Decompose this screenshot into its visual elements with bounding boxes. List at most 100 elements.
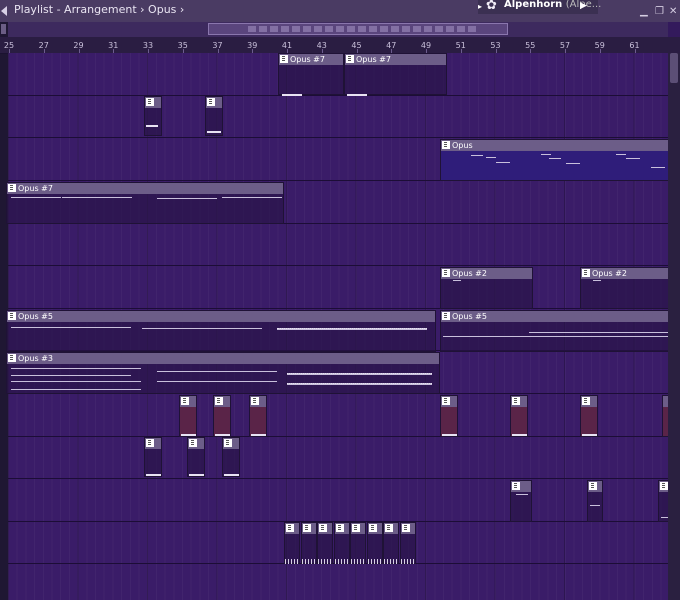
pattern-icon: [224, 439, 232, 447]
pattern-icon: [352, 524, 360, 532]
pattern-icon: [335, 524, 344, 532]
drum-pattern-clip[interactable]: [383, 522, 399, 564]
pattern-icon: [346, 55, 354, 63]
pattern-clip[interactable]: Opus #2: [580, 267, 669, 309]
pattern-icon: [215, 397, 223, 405]
pattern-icon: [442, 397, 450, 405]
scrollbar-thumb[interactable]: [670, 53, 678, 83]
window-title: Playlist - Arrangement › Opus ›: [14, 3, 185, 16]
close-icon[interactable]: ✕: [669, 6, 677, 17]
timeline-ruler[interactable]: 25 27 29 31 33 35 37 39 41 43 45 47 49 51 53 55 57 59 61: [0, 37, 680, 54]
pattern-icon: [442, 312, 450, 320]
pattern-clip[interactable]: Opus #7: [344, 53, 447, 96]
small-pattern-clip[interactable]: [144, 96, 162, 136]
small-pattern-clip[interactable]: [187, 437, 205, 477]
playlist-window: Playlist - Arrangement › Opus › ▸ ✿ Alpe…: [0, 0, 680, 600]
overview-clips: [248, 26, 478, 32]
pattern-clip[interactable]: Opus #2: [440, 267, 533, 309]
clip-label: Opus: [452, 141, 473, 150]
cursor-arrow-icon: ▶: [580, 1, 587, 11]
drum-hits: [400, 559, 415, 564]
pattern-icon: [660, 482, 668, 490]
drum-pattern-clip[interactable]: [366, 522, 383, 564]
drum-hits: [334, 559, 349, 564]
playlist-arrow-icon[interactable]: [1, 6, 7, 16]
pattern-icon: [8, 184, 16, 192]
clip-label: Opus #7: [356, 55, 391, 64]
track-divider: [8, 137, 668, 138]
drum-pattern-clip[interactable]: [399, 522, 416, 564]
pattern-clip[interactable]: Opus #7: [6, 182, 284, 224]
pattern-icon: [146, 439, 154, 447]
clip-label: Opus #7: [290, 55, 325, 64]
pattern-icon: [442, 269, 450, 277]
drum-hits: [351, 559, 365, 564]
song-overview[interactable]: [8, 22, 668, 37]
pattern-icon: [512, 482, 520, 490]
title-bar: Playlist - Arrangement › Opus › ▸ ✿ Alpe…: [0, 0, 680, 22]
pattern-icon: [280, 55, 288, 63]
pattern-icon: [512, 397, 520, 405]
pattern-clip[interactable]: Opus #5: [6, 310, 436, 352]
small-pattern-clip[interactable]: [510, 395, 528, 437]
pattern-icon: [582, 269, 590, 277]
vertical-scrollbar[interactable]: [668, 53, 680, 600]
small-pattern-clip[interactable]: [213, 395, 231, 437]
small-pattern-clip[interactable]: [249, 395, 267, 437]
clip-label: Opus #7: [18, 184, 53, 193]
pattern-icon: [286, 524, 294, 532]
pattern-icon: [181, 397, 189, 405]
pattern-icon: [146, 98, 154, 106]
pattern-icon: [189, 439, 197, 447]
pattern-icon: [251, 397, 259, 405]
drum-pattern-clip[interactable]: [317, 522, 333, 564]
small-pattern-clip[interactable]: [510, 480, 532, 522]
pattern-icon: [442, 141, 450, 149]
pattern-icon: [319, 524, 327, 532]
drum-pattern-clip[interactable]: [300, 522, 317, 564]
clip-label: Opus #3: [18, 354, 53, 363]
small-pattern-clip[interactable]: [222, 437, 240, 477]
pattern-icon: [302, 524, 311, 532]
pattern-icon: [582, 397, 590, 405]
small-pattern-clip[interactable]: [144, 437, 162, 477]
drum-hits: [301, 559, 316, 564]
small-pattern-clip[interactable]: [205, 96, 223, 136]
clip-label: Opus #5: [452, 312, 487, 321]
pattern-clip[interactable]: Opus #7: [278, 53, 344, 96]
drum-hits: [318, 559, 332, 564]
scroll-handle[interactable]: [1, 24, 6, 34]
gear-icon[interactable]: ✿: [486, 0, 497, 13]
small-pattern-clip[interactable]: [440, 395, 458, 437]
clip-label: Opus #2: [452, 269, 487, 278]
drum-pattern-clip[interactable]: [350, 522, 366, 564]
clip-label: Opus #5: [18, 312, 53, 321]
pattern-clip[interactable]: Opus #5: [440, 310, 669, 352]
drum-hits: [285, 559, 299, 564]
drum-hits: [367, 559, 382, 564]
track-divider: [8, 436, 668, 437]
play-arrow-icon[interactable]: ▸: [478, 2, 482, 11]
pattern-icon: [385, 524, 393, 532]
drum-pattern-clip[interactable]: [284, 522, 300, 564]
pattern-clip[interactable]: Opus #3: [6, 352, 440, 394]
track-divider: [8, 265, 668, 266]
pattern-icon: [401, 524, 410, 532]
track-divider: [8, 95, 668, 96]
drum-hits: [384, 559, 398, 564]
clip-label: Opus #2: [592, 269, 627, 278]
minimize-icon[interactable]: ▁: [640, 6, 648, 17]
pattern-icon: [8, 312, 16, 320]
pattern-icon: [8, 354, 16, 362]
small-pattern-clip[interactable]: [587, 480, 603, 522]
drum-pattern-clip[interactable]: [333, 522, 350, 564]
small-pattern-clip[interactable]: [580, 395, 598, 437]
track-divider: [8, 308, 668, 309]
small-pattern-clip[interactable]: [179, 395, 197, 437]
restore-icon[interactable]: ❐: [655, 6, 664, 17]
pattern-icon: [368, 524, 377, 532]
pattern-icon: [589, 482, 597, 490]
pattern-clip[interactable]: Opus: [440, 139, 669, 181]
track-divider: [8, 478, 668, 479]
pattern-icon: [207, 98, 215, 106]
